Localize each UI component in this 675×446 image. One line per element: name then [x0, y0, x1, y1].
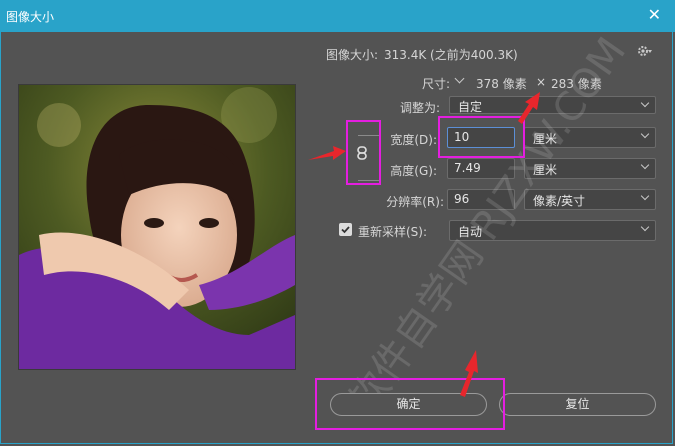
arrow-to-ok-button [460, 350, 478, 397]
arrow-to-width-field [518, 92, 540, 124]
annotation-arrows [308, 92, 540, 397]
arrow-to-link-icon [308, 146, 346, 160]
